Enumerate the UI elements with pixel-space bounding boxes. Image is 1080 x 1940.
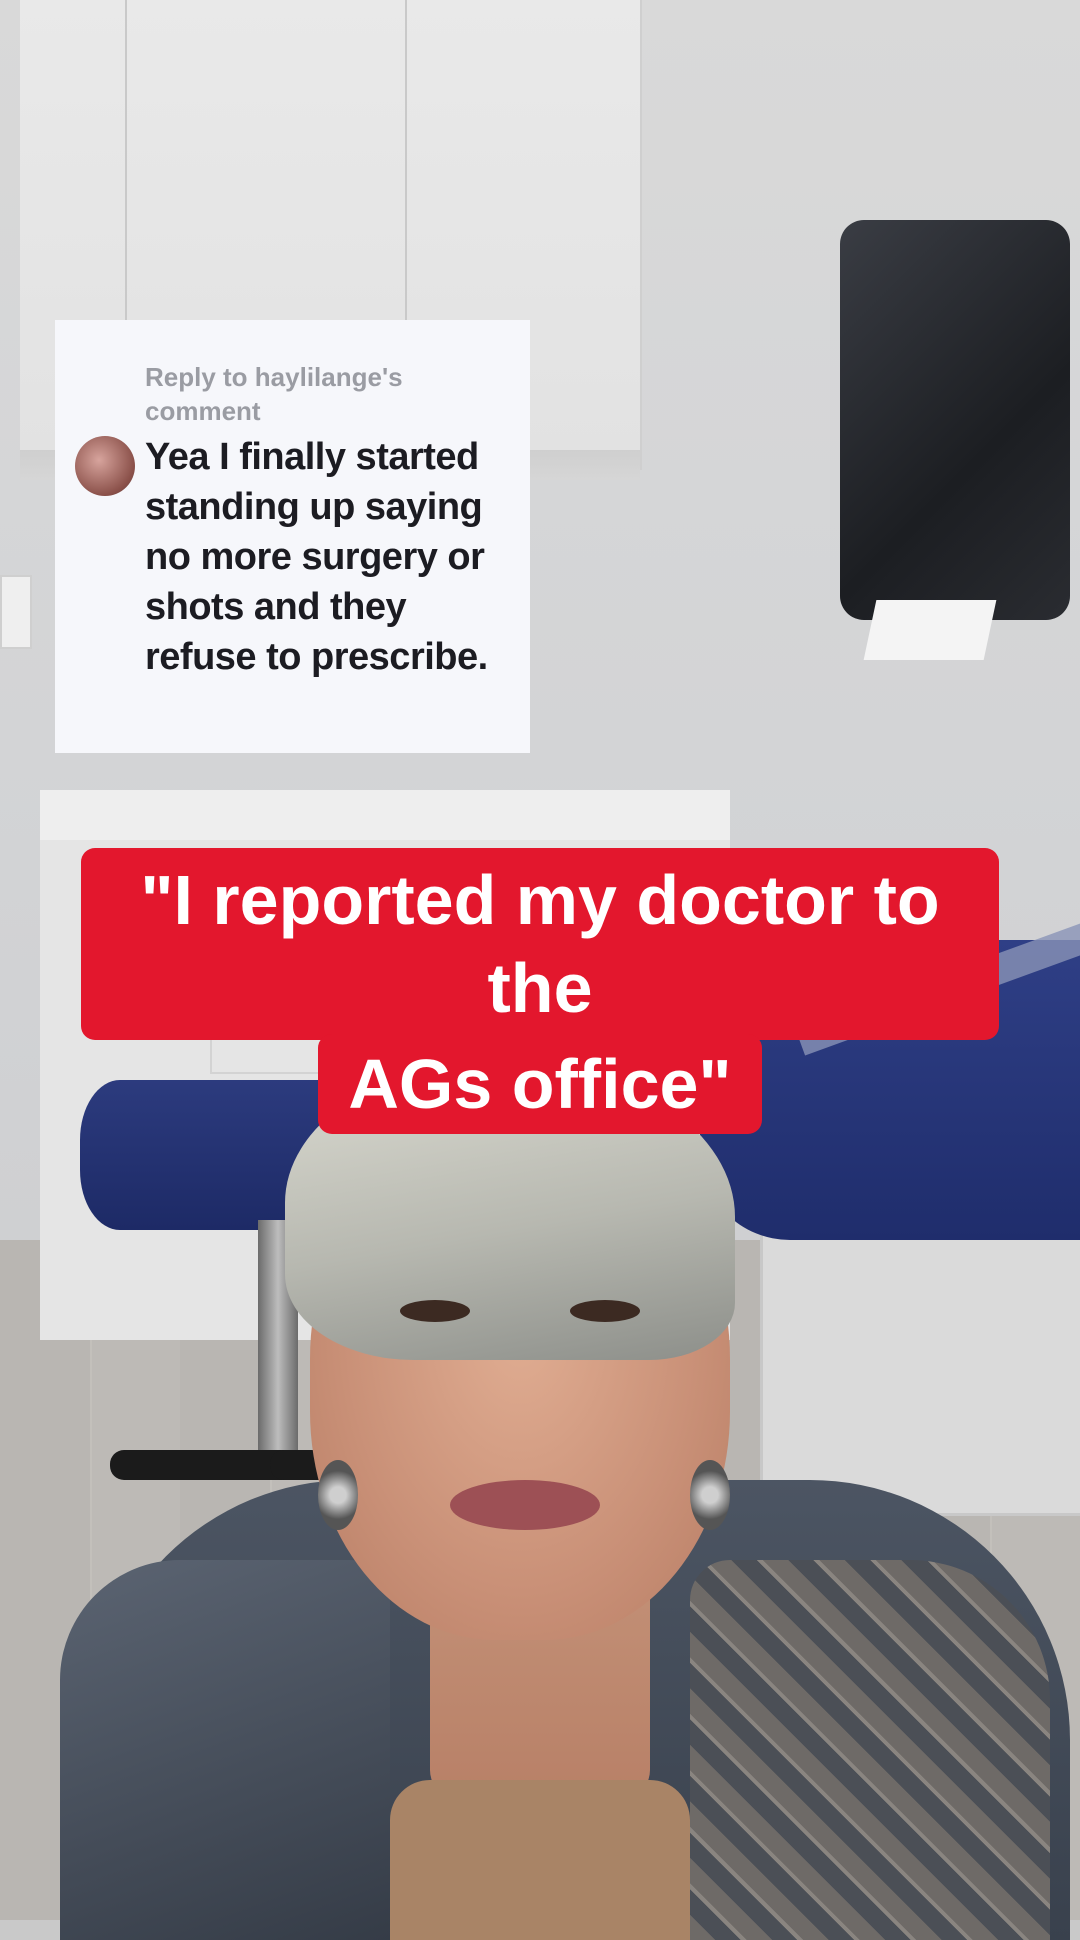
thermostat (0, 575, 32, 649)
person-vest-left (60, 1560, 390, 1940)
person-vest-right (690, 1560, 1050, 1940)
reply-comment-card[interactable]: Reply to haylilange's comment Yea I fina… (55, 320, 530, 753)
person-earring-right (690, 1460, 730, 1530)
person-eye-right (570, 1300, 640, 1322)
person-eye-left (400, 1300, 470, 1322)
countertop (40, 790, 730, 843)
person-earring-left (318, 1460, 358, 1530)
comment-text: Yea I finally started standing up saying… (145, 436, 488, 678)
person-mouth (450, 1480, 600, 1530)
reply-header: Reply to haylilange's comment (145, 362, 403, 426)
commenter-avatar (75, 436, 135, 496)
caption-banner: "I reported my doctor to the AGs office" (0, 848, 1080, 1134)
caption-line-1: "I reported my doctor to the (81, 848, 999, 1040)
paper-towel-dispenser (840, 220, 1070, 620)
person-sweater (390, 1780, 690, 1940)
paper-towel (863, 600, 997, 660)
caption-line-2: AGs office" (318, 1034, 762, 1134)
